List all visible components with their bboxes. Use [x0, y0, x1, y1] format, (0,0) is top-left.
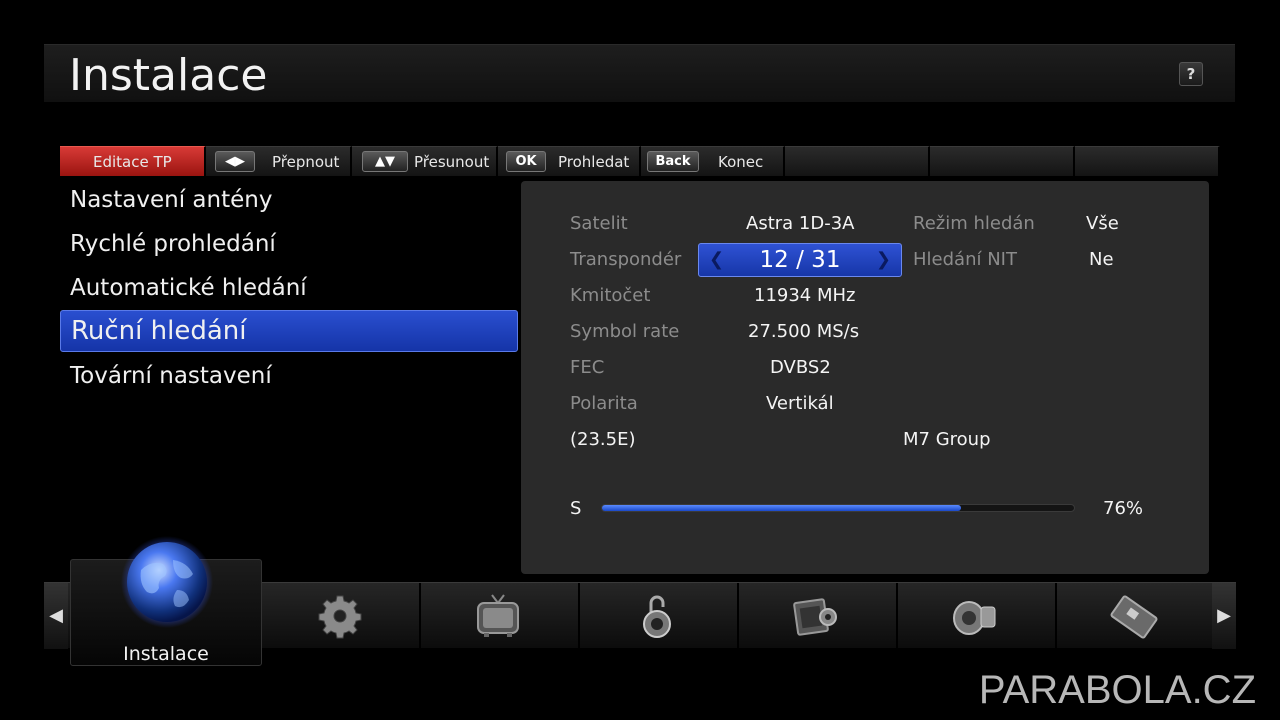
signal-label: S: [570, 498, 582, 519]
search-mode-value[interactable]: Vše: [1086, 213, 1119, 234]
dock-left-arrow[interactable]: ◀: [44, 583, 68, 649]
symbol-rate-value[interactable]: 27.500 MS/s: [748, 321, 859, 342]
provider-name: M7 Group: [903, 429, 991, 450]
hint-empty: [930, 146, 1075, 176]
ok-key-icon: OK: [506, 151, 546, 172]
back-key-icon: Back: [647, 151, 699, 172]
polarity-value[interactable]: Vertikál: [766, 393, 834, 414]
symbol-rate-label: Symbol rate: [570, 321, 680, 342]
hint-exit: Back Konec: [641, 146, 785, 176]
gear-icon[interactable]: [312, 591, 368, 641]
search-mode-label: Režim hledán: [913, 213, 1035, 234]
camera-icon[interactable]: [947, 591, 1003, 641]
fec-label: FEC: [570, 357, 605, 378]
hint-label: Prohledat: [558, 153, 630, 171]
globe-icon: [121, 536, 213, 628]
lock-icon[interactable]: [629, 591, 685, 641]
transponder-value: 12 / 31: [759, 247, 841, 273]
hint-empty: [1075, 146, 1220, 176]
hint-empty: [785, 146, 930, 176]
hint-edit-tp[interactable]: Editace TP: [60, 146, 206, 176]
watermark: PARABOLA.CZ: [978, 668, 1256, 712]
signal-strength-fill: [602, 505, 961, 511]
film-icon[interactable]: [788, 591, 844, 641]
help-button[interactable]: ?: [1179, 62, 1203, 86]
polarity-label: Polarita: [570, 393, 638, 414]
dock-right-arrow[interactable]: ▶: [1212, 583, 1236, 649]
hint-move: ▲▼ Přesunout: [352, 146, 498, 176]
transponder-label: Transpondér: [570, 249, 682, 270]
smartcard-icon[interactable]: [1106, 591, 1162, 641]
menu-item-auto-scan[interactable]: Automatické hledání: [60, 268, 518, 310]
key-hint-bar: Editace TP ◀▶ Přepnout ▲▼ Přesunout OK P…: [60, 146, 1220, 176]
fec-value[interactable]: DVBS2: [770, 357, 831, 378]
hint-label: Přesunout: [414, 153, 490, 171]
nit-search-value[interactable]: Ne: [1089, 249, 1114, 270]
hint-switch: ◀▶ Přepnout: [206, 146, 352, 176]
hint-label: Editace TP: [93, 153, 172, 171]
orbital-position: (23.5E): [570, 429, 636, 450]
up-down-key-icon: ▲▼: [362, 151, 408, 172]
dock-item-installation[interactable]: Instalace: [70, 536, 262, 666]
signal-percent: 76%: [1103, 498, 1144, 519]
satellite-value[interactable]: Astra 1D-3A: [746, 213, 854, 234]
manual-scan-panel: Satelit Astra 1D-3A Režim hledán Vše Tra…: [521, 181, 1209, 574]
transponder-selector[interactable]: ❮ 12 / 31 ❯: [698, 243, 902, 277]
menu-item-factory-reset[interactable]: Tovární nastavení: [60, 356, 518, 398]
page-title: Instalace: [69, 50, 268, 101]
tv-icon[interactable]: [470, 591, 526, 641]
satellite-label: Satelit: [570, 213, 628, 234]
dock-selected-caption: Instalace: [123, 643, 209, 665]
frequency-label: Kmitočet: [570, 285, 651, 306]
nit-search-label: Hledání NIT: [913, 249, 1017, 270]
hint-label: Přepnout: [272, 153, 340, 171]
title-bar: Instalace ?: [44, 44, 1235, 102]
chevron-right-icon[interactable]: ❯: [876, 249, 891, 270]
menu-item-antenna-settings[interactable]: Nastavení antény: [60, 180, 518, 222]
hint-scan: OK Prohledat: [498, 146, 641, 176]
signal-strength-bar: [601, 504, 1075, 512]
left-right-key-icon: ◀▶: [215, 151, 255, 172]
menu-item-manual-scan[interactable]: Ruční hledání: [60, 310, 518, 352]
menu-item-quick-scan[interactable]: Rychlé prohledání: [60, 224, 518, 266]
frequency-value[interactable]: 11934 MHz: [754, 285, 856, 306]
hint-label: Konec: [718, 153, 764, 171]
